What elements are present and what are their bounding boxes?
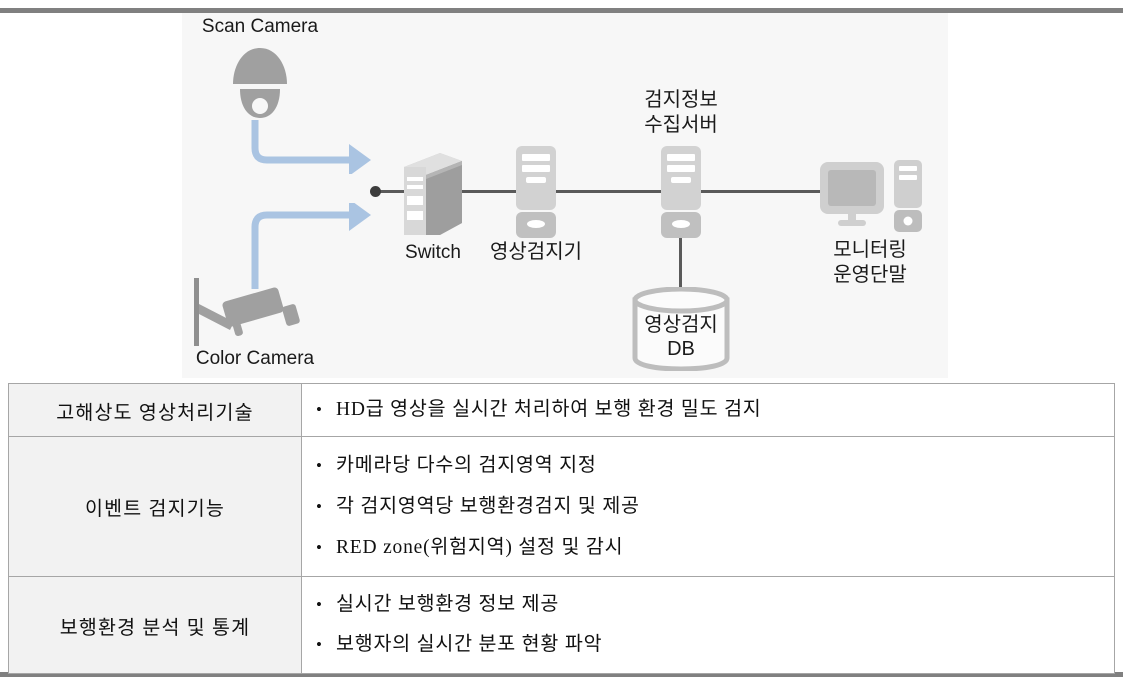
list-item: RED zone(위험지역) 설정 및 감시	[316, 527, 1114, 568]
rack-switch-icon	[404, 153, 462, 235]
row-category-label: 보행환경 분석 및 통계	[59, 617, 251, 639]
color-camera-label: Color Camera	[195, 348, 315, 369]
desktop-computer-icon	[820, 160, 922, 232]
monitoring-terminal-label: 모니터링 운영단말	[833, 239, 907, 286]
video-db-label: 영상검지 DB	[644, 314, 718, 360]
row-category-cell: 보행환경 분석 및 통계	[8, 576, 302, 674]
row-category-label: 고해상도 영상처리기술	[56, 402, 254, 424]
bullet-camera-icon	[194, 278, 300, 346]
bus-endpoint-dot	[370, 186, 381, 197]
row-category-cell: 이벤트 검지기능	[8, 436, 302, 577]
switch-label: Switch	[405, 242, 461, 263]
list-item: HD급 영상을 실시간 처리하여 보행 환경 밀도 검지	[316, 392, 1114, 428]
bullet-list: 실시간 보행환경 정보 제공 보행자의 실시간 분포 현황 파악	[316, 585, 1114, 665]
row-category-label: 이벤트 검지기능	[84, 499, 226, 520]
link-server-to-terminal	[686, 190, 836, 193]
row-description-cell: HD급 영상을 실시간 처리하여 보행 환경 밀도 검지	[301, 383, 1115, 437]
list-item: 카메라당 다수의 검지영역 지정	[316, 445, 1114, 486]
row-description-cell: 실시간 보행환경 정보 제공 보행자의 실시간 분포 현황 파악	[301, 576, 1115, 674]
row-category-cell: 고해상도 영상처리기술	[8, 383, 302, 437]
specification-table: 고해상도 영상처리기술 HD급 영상을 실시간 처리하여 보행 환경 밀도 검지…	[8, 383, 1115, 674]
table-row: 보행환경 분석 및 통계 실시간 보행환경 정보 제공 보행자의 실시간 분포 …	[8, 576, 1115, 674]
server-tower-icon	[661, 146, 701, 238]
list-item: 각 검지영역당 보행환경검지 및 제공	[316, 486, 1114, 527]
video-detector-label: 영상검지기	[490, 241, 582, 263]
scan-camera-label: Scan Camera	[201, 16, 319, 37]
pc-tower-icon	[516, 146, 556, 238]
table-row: 고해상도 영상처리기술 HD급 영상을 실시간 처리하여 보행 환경 밀도 검지	[8, 383, 1115, 437]
table-row: 이벤트 검지기능 카메라당 다수의 검지영역 지정 각 검지영역당 보행환경검지…	[8, 436, 1115, 577]
network-diagram: Scan Camera Color Camera Switch 영상검지기 검지…	[0, 0, 1123, 383]
bullet-list: HD급 영상을 실시간 처리하여 보행 환경 밀도 검지	[316, 392, 1114, 428]
row-description-cell: 카메라당 다수의 검지영역 지정 각 검지영역당 보행환경검지 및 제공 RED…	[301, 436, 1115, 577]
dome-camera-icon	[233, 48, 287, 118]
bullet-list: 카메라당 다수의 검지영역 지정 각 검지영역당 보행환경검지 및 제공 RED…	[316, 445, 1114, 568]
list-item: 실시간 보행환경 정보 제공	[316, 585, 1114, 625]
scan-camera-flow-arrow	[251, 120, 371, 174]
list-item: 보행자의 실시간 분포 현황 파악	[316, 625, 1114, 665]
collection-server-label: 검지정보 수집서버	[644, 89, 718, 136]
figure-page: Scan Camera Color Camera Switch 영상검지기 검지…	[0, 0, 1123, 683]
